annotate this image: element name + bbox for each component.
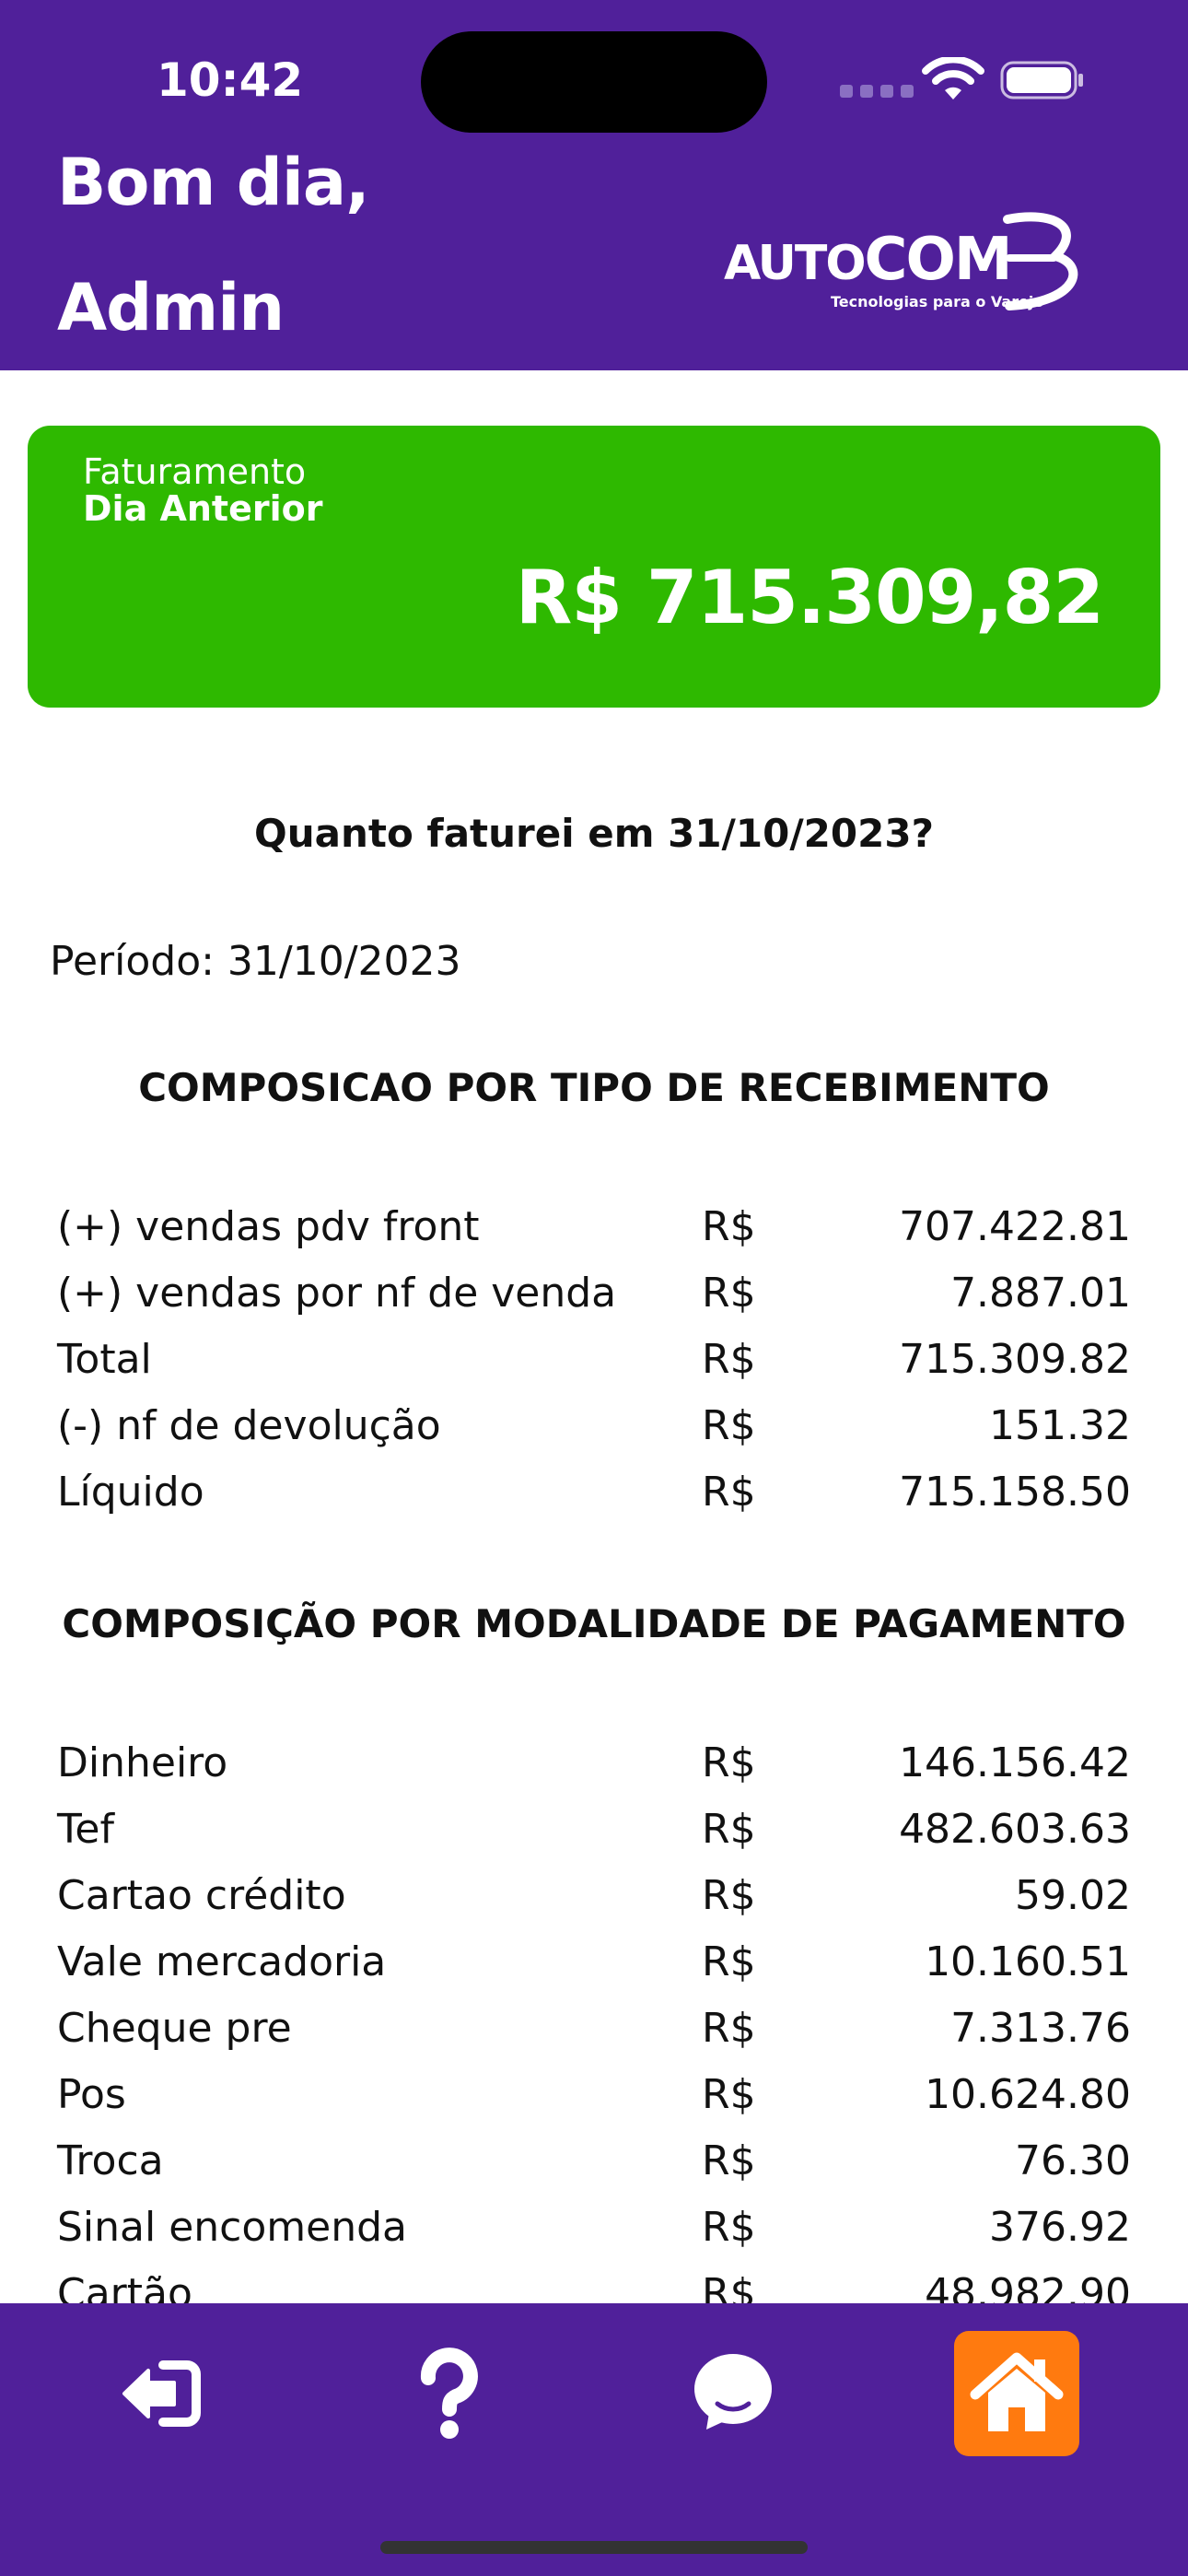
row-label: Sinal encomenda <box>57 2204 407 2251</box>
question-heading: Quanto faturei em 31/10/2023? <box>254 811 934 856</box>
row-label: Total <box>57 1336 152 1383</box>
row-currency: R$ <box>702 1270 756 1317</box>
table-row: Líquido R$ 715.158.50 <box>57 1459 1131 1526</box>
help-button[interactable] <box>387 2331 512 2456</box>
help-icon <box>420 2348 478 2439</box>
table-row: (+) vendas pdv front R$ 707.422.81 <box>57 1194 1131 1260</box>
payment-method-table: Dinheiro R$ 146.156.42 Tef R$ 482.603.63 Carta… <box>57 1730 1131 2327</box>
greeting-line-1: Bom dia, <box>57 145 370 220</box>
table-row: Pos R$ 10.624.80 <box>57 2062 1131 2128</box>
home-button[interactable] <box>954 2331 1079 2456</box>
bottom-navigation <box>0 2303 1188 2576</box>
row-value: 715.309.82 <box>899 1336 1131 1383</box>
table-row: Troca R$ 76.30 <box>57 2128 1131 2195</box>
row-value: 482.603.63 <box>899 1806 1131 1853</box>
row-label: (-) nf de devolução <box>57 1402 441 1449</box>
chat-button[interactable] <box>670 2331 796 2456</box>
row-currency: R$ <box>702 2005 756 2052</box>
receipt-type-table: (+) vendas pdv front R$ 707.422.81 (+) vend… <box>57 1194 1131 1526</box>
row-currency: R$ <box>702 2137 756 2184</box>
row-label: Cartao crédito <box>57 1872 346 1919</box>
row-label: Cheque pre <box>57 2005 292 2052</box>
logout-icon <box>122 2360 201 2427</box>
row-currency: R$ <box>702 1469 756 1516</box>
home-indicator <box>380 2541 808 2554</box>
table-row: (-) nf de devolução R$ 151.32 <box>57 1393 1131 1459</box>
row-currency: R$ <box>702 2071 756 2118</box>
row-value: 7.887.01 <box>950 1270 1131 1317</box>
row-currency: R$ <box>702 1739 756 1786</box>
logout-button[interactable] <box>99 2331 225 2456</box>
row-currency: R$ <box>702 1806 756 1853</box>
chat-icon <box>694 2354 772 2430</box>
row-value: 376.92 <box>989 2204 1131 2251</box>
battery-icon <box>1000 61 1083 100</box>
table-row: Sinal encomenda R$ 376.92 <box>57 2195 1131 2261</box>
row-value: 151.32 <box>989 1402 1131 1449</box>
row-label: Pos <box>57 2071 126 2118</box>
row-label: Troca <box>57 2137 164 2184</box>
table-row: Cheque pre R$ 7.313.76 <box>57 1996 1131 2062</box>
section-title-payment-method: COMPOSIÇÃO POR MODALIDADE DE PAGAMENTO <box>62 1601 1126 1646</box>
row-label: (+) vendas pdv front <box>57 1203 480 1250</box>
card-label: Faturamento <box>83 451 307 492</box>
row-currency: R$ <box>702 2204 756 2251</box>
card-value: R$ 715.309,82 <box>515 555 1104 640</box>
table-row: Tef R$ 482.603.63 <box>57 1797 1131 1863</box>
app-screen: 10:42 Bom dia, Admin AUTOCOM Tecnologias… <box>0 0 1188 2576</box>
row-value: 10.160.51 <box>925 1938 1131 1985</box>
row-label: Vale mercadoria <box>57 1938 387 1985</box>
row-value: 59.02 <box>1015 1872 1131 1919</box>
cellular-signal-icon <box>840 85 914 98</box>
table-row: (+) vendas por nf de venda R$ 7.887.01 <box>57 1260 1131 1327</box>
table-row: Cartao crédito R$ 59.02 <box>57 1863 1131 1929</box>
header: 10:42 Bom dia, Admin AUTOCOM Tecnologias… <box>0 0 1188 370</box>
logo-wordmark: AUTOCOM <box>724 226 1013 294</box>
row-value: 715.158.50 <box>899 1469 1131 1516</box>
wifi-icon <box>922 57 984 100</box>
status-time: 10:42 <box>157 53 304 107</box>
row-currency: R$ <box>702 1872 756 1919</box>
row-label: (+) vendas por nf de venda <box>57 1270 617 1317</box>
table-row: Total R$ 715.309.82 <box>57 1327 1131 1393</box>
table-row: Vale mercadoria R$ 10.160.51 <box>57 1929 1131 1996</box>
row-label: Dinheiro <box>57 1739 228 1786</box>
home-icon <box>970 2352 1064 2431</box>
autocom-logo: AUTOCOM Tecnologias para o Varejo <box>724 210 1087 319</box>
row-label: Líquido <box>57 1469 204 1516</box>
row-currency: R$ <box>702 1336 756 1383</box>
row-currency: R$ <box>702 1938 756 1985</box>
greeting: Bom dia, Admin <box>57 145 610 370</box>
table-row: Dinheiro R$ 146.156.42 <box>57 1730 1131 1797</box>
row-currency: R$ <box>702 1402 756 1449</box>
row-value: 10.624.80 <box>925 2071 1131 2118</box>
row-value: 146.156.42 <box>899 1739 1131 1786</box>
revenue-card[interactable]: Faturamento Dia Anterior R$ 715.309,82 <box>28 426 1160 708</box>
logo-tagline: Tecnologias para o Varejo <box>831 293 1044 310</box>
dynamic-island <box>421 31 767 133</box>
row-value: 707.422.81 <box>899 1203 1131 1250</box>
section-title-receipt-type: COMPOSICAO POR TIPO DE RECEBIMENTO <box>138 1065 1050 1110</box>
period-label: Período: 31/10/2023 <box>50 938 461 985</box>
row-value: 7.313.76 <box>950 2005 1131 2052</box>
row-label: Tef <box>57 1806 114 1853</box>
card-sublabel: Dia Anterior <box>83 488 323 529</box>
row-currency: R$ <box>702 1203 756 1250</box>
greeting-user-name: Admin <box>57 270 285 345</box>
row-value: 76.30 <box>1015 2137 1131 2184</box>
